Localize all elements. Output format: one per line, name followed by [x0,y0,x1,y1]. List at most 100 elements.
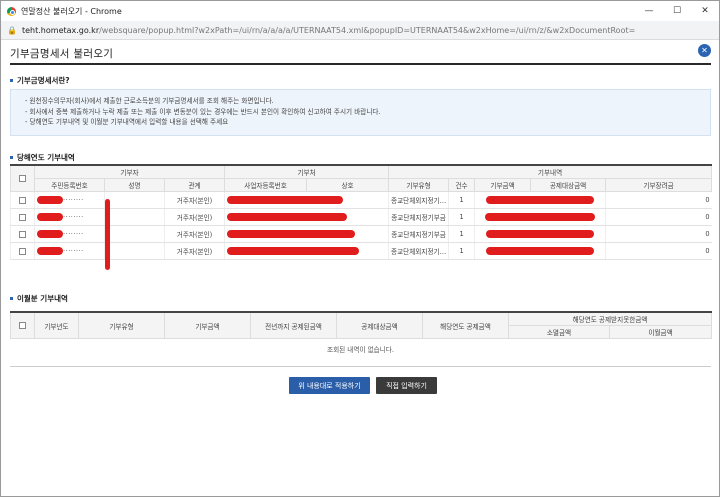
section-heading-info: 기부금명세서란? [10,75,70,86]
footer-divider [10,366,711,367]
redaction-mark-vertical [105,199,110,270]
redaction-mark [37,230,63,238]
bullet-icon [10,297,13,300]
group-header-recipient: 기부처 [224,164,390,179]
row-checkbox[interactable] [19,213,26,221]
incentive-cell: 0 [605,191,712,209]
select-all-checkbox[interactable] [19,175,26,182]
redaction-mark [37,196,63,204]
redaction-mark [227,196,344,204]
header-extinguished: 소멸금액 [508,325,610,339]
select-all-checkbox[interactable] [19,322,26,329]
window-titlebar: 연말정산 불러오기 - Chrome — ☐ ✕ [1,1,719,21]
section-heading-carryover: 이월분 기부내역 [10,293,68,304]
rrn-cell: ········ [34,242,105,260]
section1-title: 기부금명세서란? [17,76,70,85]
header-rrn: 주민등록번호 [34,178,105,192]
type-cell: 종교단체지정기부금 [388,208,449,226]
amount-cell [474,191,606,209]
row-checkbox[interactable] [19,230,26,238]
header-bizno: 사업자등록번호 [224,178,308,192]
popup-page: 기부금명세서 불러오기 ✕ 기부금명세서란? - 원천징수의무자(회사)에서 제… [1,40,719,496]
redaction-mark [486,247,595,255]
header-type: 기부유형 [388,178,450,192]
header-name: 성명 [104,178,165,192]
bullet-icon [10,79,13,82]
table-row[interactable]: ········ 거주자(본인) 종교단체지정기부금 1 0 [10,208,712,226]
header-company: 상호 [306,178,390,192]
manual-input-button[interactable]: 직접 입력하기 [376,377,437,394]
amount-cell [474,208,606,226]
rrn-cell: ········ [34,225,105,243]
apply-button[interactable]: 위 내용대로 적용하기 [289,377,370,394]
lock-icon[interactable]: 🔒 [7,26,17,35]
close-icon: ✕ [701,46,708,55]
header-amount: 기부금액 [164,311,251,339]
popup-close-button[interactable]: ✕ [698,44,711,57]
address-bar[interactable]: 🔒 teht.hometax.go.kr/websquare/popup.htm… [1,21,719,40]
count-cell: 1 [448,191,475,209]
relation-cell: 거주자(본인) [163,225,225,243]
header-amount: 기부금액 [474,178,532,192]
section2-title: 당해연도 기부내역 [17,153,75,162]
amount-cell [474,225,606,243]
close-window-icon[interactable]: ✕ [691,1,719,21]
redaction-mark [227,213,348,221]
type-cell: 종교단체외지정기… [388,242,449,260]
header-deductible: 공제대상금액 [530,178,607,192]
redaction-mark [37,213,63,221]
minimize-icon[interactable]: — [635,1,663,21]
rrn-mask: ········ [63,196,84,204]
incentive-cell: 0 [605,225,712,243]
relation-cell: 거주자(본인) [163,242,225,260]
table-row[interactable]: ········ 거주자(본인) 종교단체외지정기… 1 0 [10,191,712,209]
redaction-mark [485,213,596,221]
redaction-mark [486,230,595,238]
section3-title: 이월분 기부내역 [17,294,68,303]
header-relation: 관계 [163,178,226,192]
rrn-mask: ········ [63,247,84,255]
bullet-icon [10,156,13,159]
browser-window: 연말정산 불러오기 - Chrome — ☐ ✕ 🔒 teht.hometax.… [0,0,720,497]
bizno-company-cell [224,225,389,243]
bizno-company-cell [224,191,389,209]
header-type: 기부유형 [78,311,165,339]
name-cell [104,191,165,209]
maximize-icon[interactable]: ☐ [663,1,691,21]
rrn-cell: ········ [34,191,105,209]
url-domain: teht.hometax.go.kr [22,25,100,35]
title-divider [10,63,711,65]
bizno-company-cell [224,242,389,260]
name-cell [104,242,165,260]
rrn-cell: ········ [34,208,105,226]
header-deducted-prior: 전년까지 공제된금액 [250,311,337,339]
header-year: 기부년도 [34,311,79,339]
rrn-mask: ········ [63,230,84,238]
select-all-cell [10,311,35,339]
table-row[interactable]: ········ 거주자(본인) 종교단체지정기부금 1 0 [10,225,712,243]
url-path: /websquare/popup.html?w2xPath=/ui/rn/a/a… [99,25,636,35]
row-checkbox[interactable] [19,196,26,204]
header-count: 건수 [448,178,476,192]
section-heading-current: 당해연도 기부내역 [10,152,75,163]
carryover-table: 기부년도 기부유형 기부금액 전년까지 공제된금액 공제대상금액 해당연도 공제… [10,311,713,339]
type-cell: 종교단체외지정기… [388,191,449,209]
name-cell [104,225,165,243]
empty-message: 조회된 내역이 없습니다. [327,346,394,354]
group-header-donor: 기부자 [33,164,226,179]
table-row[interactable]: ········ 거주자(본인) 종교단체외지정기… 1 0 [10,242,712,260]
popup-title: 기부금명세서 불러오기 [10,48,114,60]
chrome-icon [7,6,16,16]
row-checkbox[interactable] [19,247,26,255]
redaction-mark [486,196,595,204]
group-header-details: 기부내역 [388,164,713,179]
info-line-1: - 원천징수의무자(회사)에서 제출한 근로소득분의 기부금명세서를 조회 해주… [25,97,274,105]
header-deductible: 공제대상금액 [336,311,423,339]
bizno-company-cell [224,208,389,226]
incentive-cell: 0 [605,242,712,260]
amount-cell [474,242,606,260]
name-cell [104,208,165,226]
redaction-mark [37,247,63,255]
relation-cell: 거주자(본인) [163,191,225,209]
rrn-mask: ········ [63,213,84,221]
